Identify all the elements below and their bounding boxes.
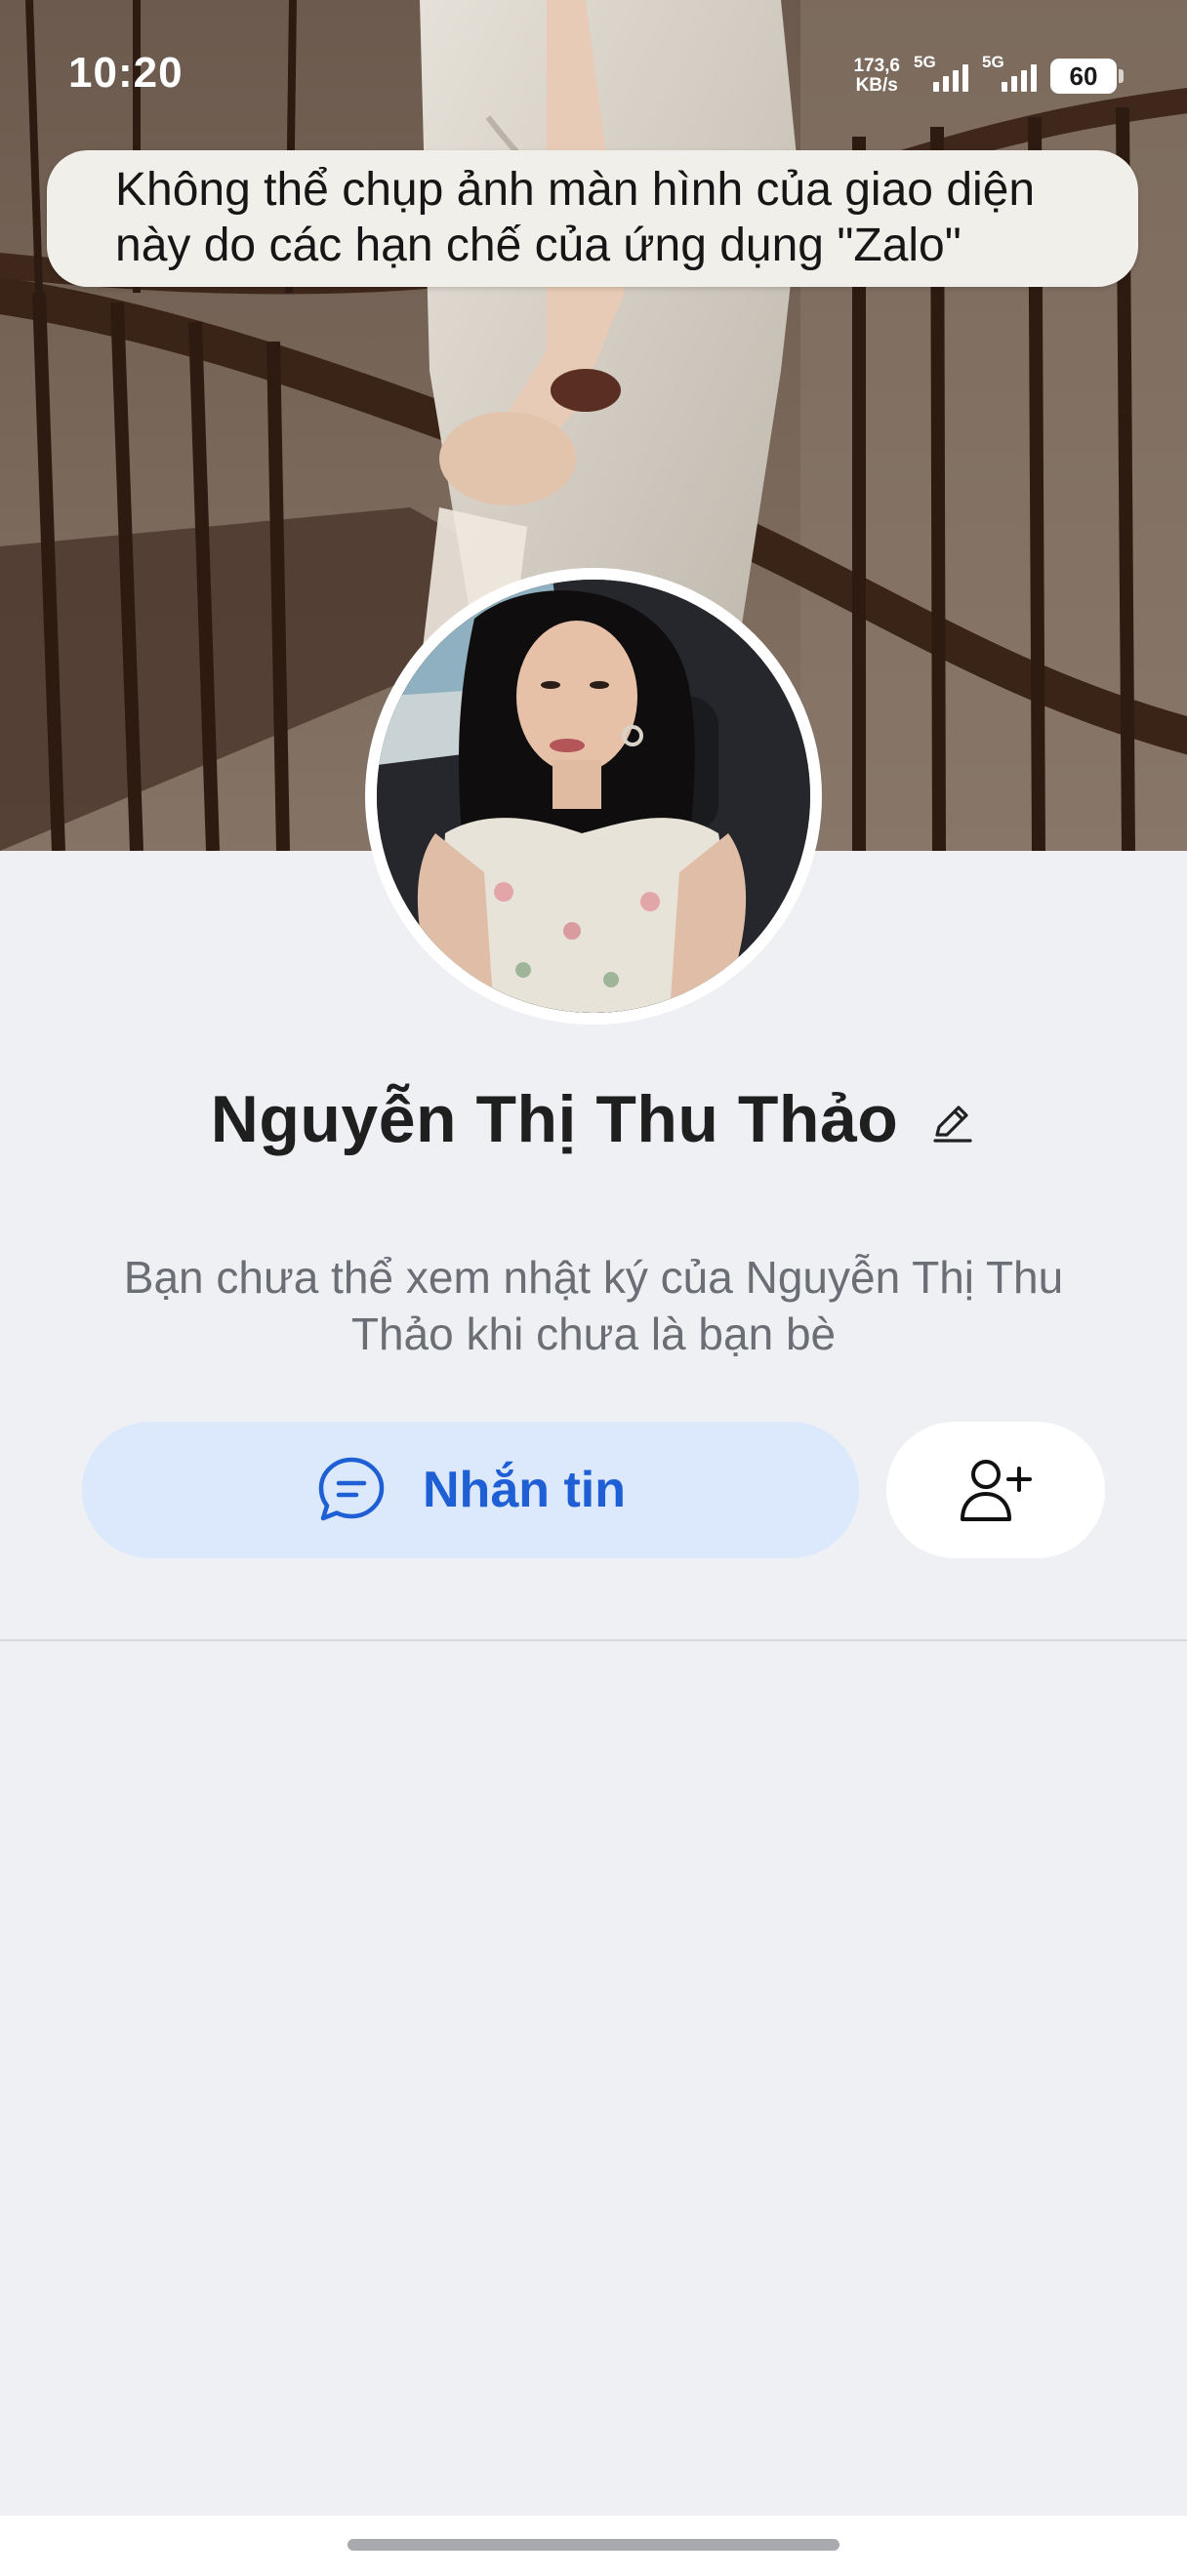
profile-screen: 10:20 173,6 KB/s 5G 5G 60 Không thể chụp… xyxy=(0,0,1187,2576)
chat-bubble-icon xyxy=(318,1457,385,1521)
network-speed-unit: KB/s xyxy=(855,75,898,96)
message-button[interactable]: Nhắn tin xyxy=(82,1422,859,1558)
battery-icon: 60 xyxy=(1050,59,1124,94)
diary-locked-info: Bạn chưa thể xem nhật ký của Nguyễn Thị … xyxy=(123,1252,1064,1359)
signal-bars-icon xyxy=(1002,64,1037,92)
home-indicator[interactable] xyxy=(348,2539,839,2551)
profile-name: Nguyễn Thị Thu Thảo xyxy=(210,1082,899,1156)
avatar-illustration xyxy=(377,580,810,1013)
profile-name-row: Nguyễn Thị Thu Thảo xyxy=(0,1081,1187,1157)
network-speed-value: 173,6 xyxy=(853,56,900,76)
message-button-label: Nhắn tin xyxy=(423,1462,626,1518)
signal-icon-sim1: 5G xyxy=(914,53,968,96)
add-friend-icon xyxy=(961,1460,1032,1521)
signal-bars-icon xyxy=(933,64,968,92)
edit-name-button[interactable] xyxy=(927,1098,976,1147)
status-time: 10:20 xyxy=(68,49,184,97)
status-icons: 173,6 KB/s 5G 5G 60 xyxy=(853,53,1124,98)
pencil-icon xyxy=(933,1106,972,1143)
signal-icon-sim2: 5G xyxy=(982,53,1037,96)
screenshot-restriction-toast: Không thể chụp ảnh màn hình của giao diệ… xyxy=(47,150,1138,287)
battery-level: 60 xyxy=(1069,60,1098,91)
add-friend-button[interactable] xyxy=(886,1422,1105,1558)
avatar[interactable] xyxy=(365,568,822,1025)
network-speed: 173,6 KB/s xyxy=(853,57,900,96)
section-divider xyxy=(0,1639,1187,1641)
avatar-photo xyxy=(377,580,810,1013)
